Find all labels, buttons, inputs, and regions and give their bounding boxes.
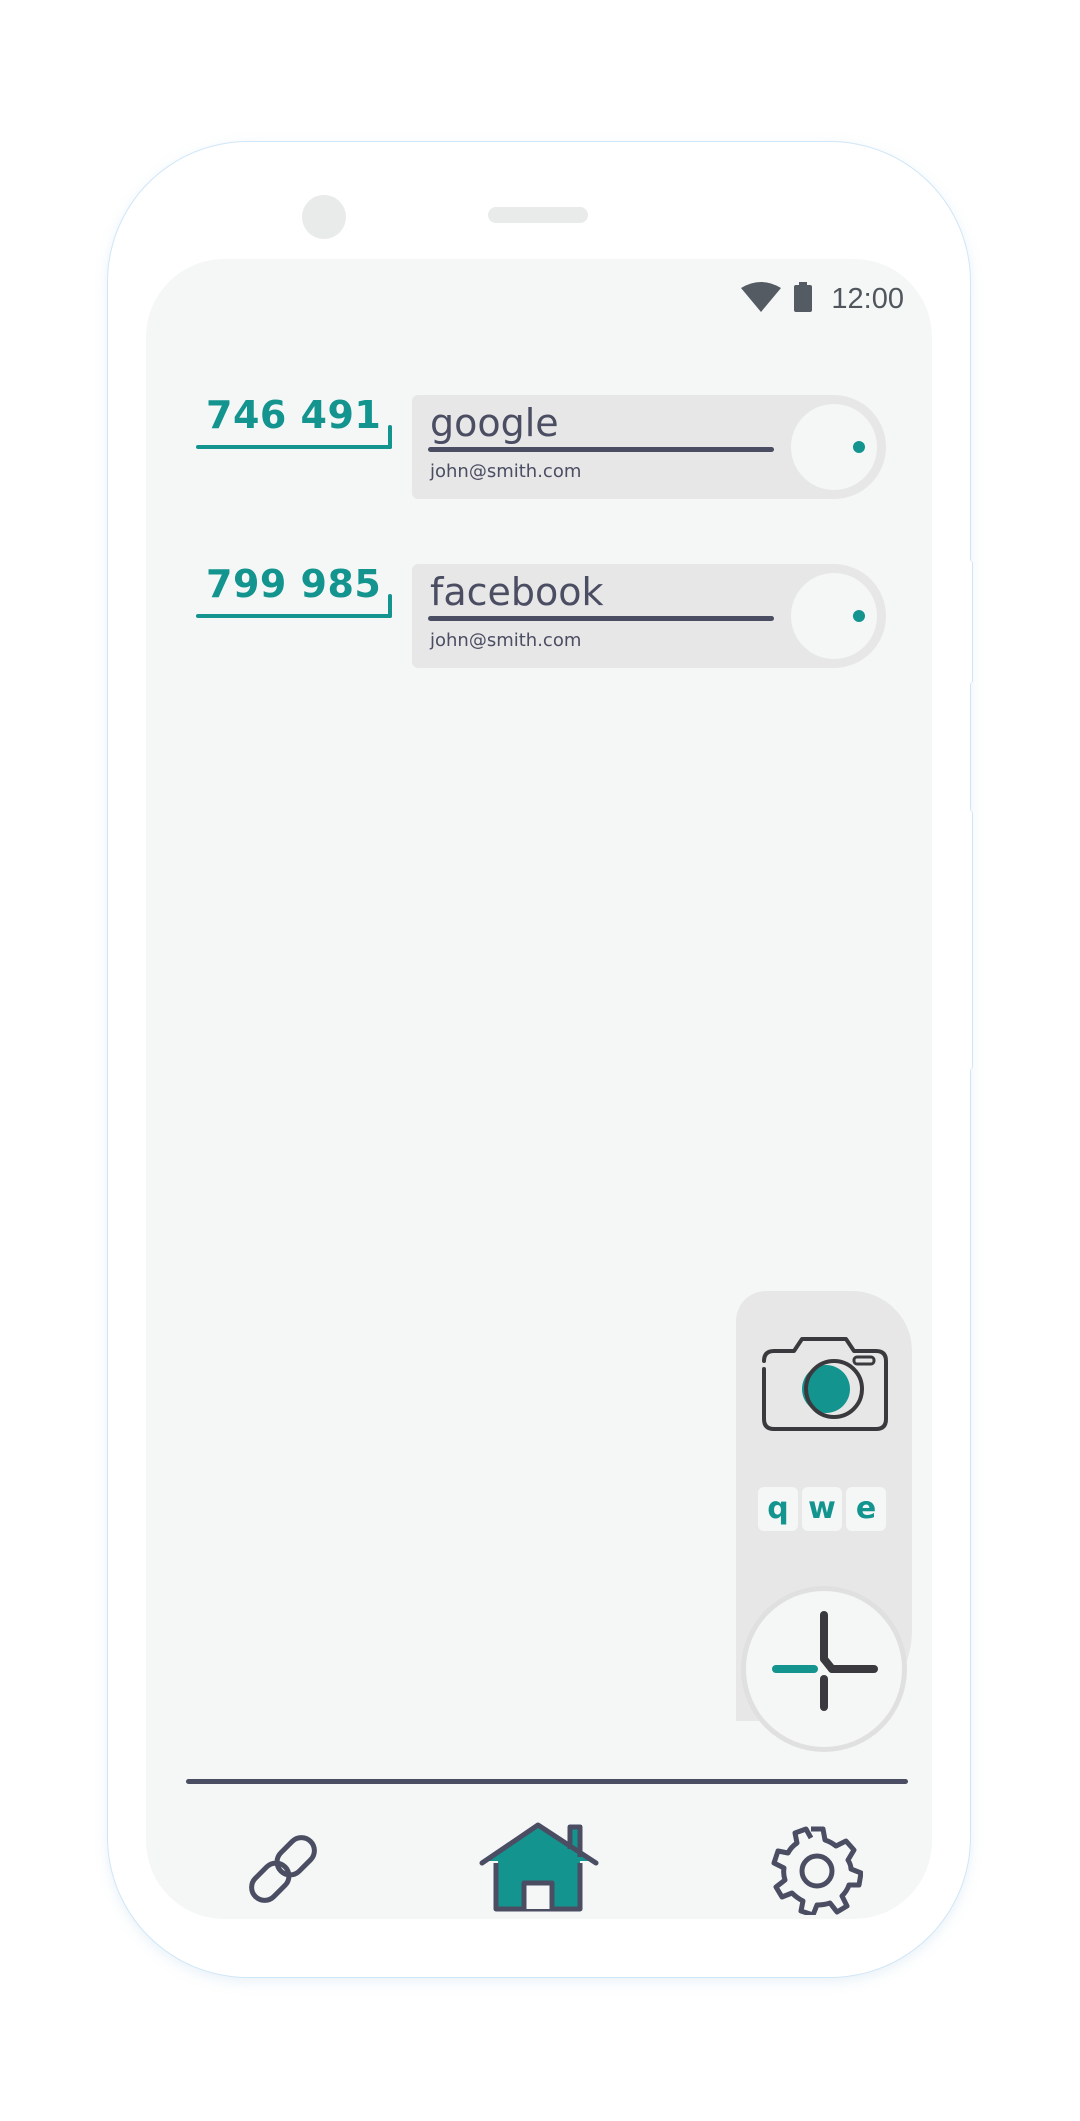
otp-code: 746 491	[206, 393, 382, 437]
service-name: google	[430, 401, 559, 445]
account-entry-facebook[interactable]: 799 985 facebook john@smith.com	[196, 562, 886, 670]
timer-dial-icon	[782, 395, 886, 499]
service-name: facebook	[430, 570, 604, 614]
gear-icon	[771, 1826, 863, 1915]
nav-divider	[186, 1779, 908, 1784]
front-camera	[302, 195, 346, 239]
scan-qr-button[interactable]	[754, 1331, 894, 1441]
status-time: 12:00	[831, 282, 904, 315]
speaker-grille	[488, 207, 588, 223]
account-card[interactable]: facebook john@smith.com	[412, 564, 886, 668]
otp-code: 799 985	[206, 562, 382, 606]
action-panel: q w e	[736, 1291, 912, 1747]
otp-code-box[interactable]: 799 985	[196, 562, 396, 624]
nav-links[interactable]	[228, 1819, 338, 1919]
volume-button	[966, 810, 973, 1070]
service-underline	[428, 447, 774, 452]
home-icon	[479, 1822, 599, 1912]
camera-icon	[762, 1337, 888, 1431]
app-screen: 12:00 746 491 google john@smith.com 799 …	[146, 259, 932, 1919]
account-card[interactable]: google john@smith.com	[412, 395, 886, 499]
otp-underline-tick	[388, 425, 392, 449]
otp-underline-tick	[388, 594, 392, 618]
key-w: w	[802, 1487, 842, 1531]
plus-icon	[772, 1611, 878, 1711]
account-entry-google[interactable]: 746 491 google john@smith.com	[196, 393, 886, 501]
battery-icon	[793, 282, 813, 316]
otp-underline	[196, 614, 392, 618]
nav-settings[interactable]	[762, 1819, 872, 1919]
service-underline	[428, 616, 774, 621]
otp-code-box[interactable]: 746 491	[196, 393, 396, 455]
wifi-icon	[741, 282, 782, 316]
account-email: john@smith.com	[430, 461, 582, 482]
otp-underline	[196, 445, 392, 449]
nav-home[interactable]	[476, 1819, 606, 1919]
timer-dial-icon	[782, 564, 886, 668]
add-account-button[interactable]	[746, 1591, 902, 1747]
key-q: q	[758, 1487, 798, 1531]
account-email: john@smith.com	[430, 630, 582, 651]
manual-entry-button[interactable]: q w e	[758, 1487, 886, 1531]
key-e: e	[846, 1487, 886, 1531]
link-icon	[249, 1835, 317, 1903]
power-button	[966, 560, 973, 684]
status-bar: 12:00	[741, 279, 904, 319]
